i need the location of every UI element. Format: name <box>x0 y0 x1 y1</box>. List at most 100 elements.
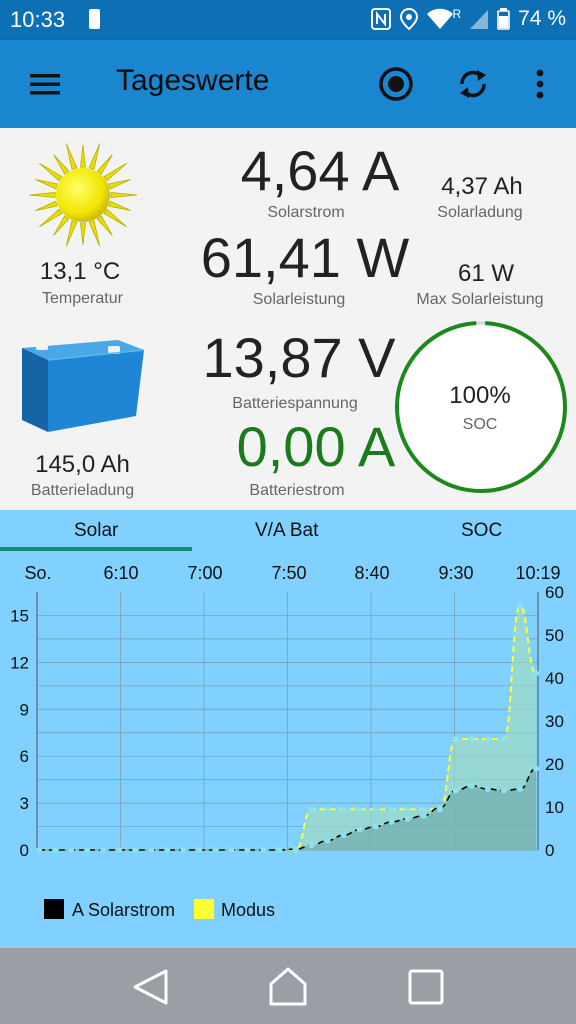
chart-area: So. 6:10 7:00 7:50 8:40 9:30 10:19 0 3 6 9 12 15 0 10 2… <box>0 552 576 948</box>
x-tick-label: 9:30 <box>438 563 473 583</box>
solarstrom-point <box>340 832 347 839</box>
solarstrom-point <box>436 804 443 811</box>
battery-percent: 74 % <box>518 7 566 30</box>
temperature-label: Temperatur <box>42 290 123 307</box>
solarstrom-point <box>388 818 395 825</box>
y-tick-label-left: 12 <box>10 653 29 672</box>
menu-icon[interactable] <box>23 62 67 106</box>
modus-point <box>533 670 539 677</box>
soc-value: 100% <box>449 382 511 409</box>
modus-point <box>196 847 203 853</box>
solar-chart: So. 6:10 7:00 7:50 8:40 9:30 10:19 0 3 6 9 12 15 0 10 2… <box>10 563 564 920</box>
max-solar-power-value: 61 W <box>457 260 514 287</box>
recents-icon[interactable] <box>404 965 448 1009</box>
solarstrom-point <box>404 815 411 822</box>
modus-point <box>164 847 171 853</box>
solar-charge-value: 4,37 Ah <box>441 173 523 200</box>
battery-current-label: Batteriestrom <box>249 482 345 499</box>
modus-point <box>100 847 107 853</box>
solarstrom-point <box>292 846 299 853</box>
modus-point <box>308 806 315 813</box>
modus-point <box>148 847 155 853</box>
tab-solar[interactable]: Solar <box>74 520 118 542</box>
solarstrom-point <box>468 782 475 789</box>
y-tick-label-right: 50 <box>545 626 564 645</box>
modus-point <box>132 847 139 853</box>
y-tick-label-right: 60 <box>545 583 564 602</box>
solar-power-value: 61,41 W <box>200 226 410 289</box>
x-tick-label: So. <box>24 563 51 583</box>
modus-point <box>388 806 395 813</box>
sun-icon <box>28 143 138 247</box>
modus-point <box>52 847 59 853</box>
nfc-icon <box>371 8 392 30</box>
modus-point <box>356 806 363 813</box>
modus-point <box>484 735 491 742</box>
page-title: Tageswerte <box>116 64 270 97</box>
battery-illustration <box>22 340 145 432</box>
network-badge: R <box>452 7 462 21</box>
modus-point <box>372 806 379 813</box>
y-tick-label-left: 0 <box>20 841 29 860</box>
modus-point <box>84 847 91 853</box>
solarstrom-point <box>356 826 363 833</box>
x-tick-label: 7:00 <box>187 563 222 583</box>
overflow-icon[interactable] <box>518 62 562 106</box>
back-icon[interactable] <box>128 965 172 1009</box>
modus-point <box>500 735 507 742</box>
modus-point <box>36 847 42 853</box>
battery-voltage-value: 13,87 V <box>202 326 396 389</box>
y-tick-label-right: 20 <box>545 755 564 774</box>
battery-charge-label: Batterieladung <box>30 482 135 499</box>
solarstrom-point <box>452 787 459 794</box>
temperature-value: 13,1 °C <box>39 258 121 285</box>
modus-point <box>404 806 411 813</box>
x-tick-label: 6:10 <box>103 563 138 583</box>
modus-point <box>516 603 523 610</box>
app-bar: Tageswerte <box>0 40 576 128</box>
tab-va-bat[interactable]: V/A Bat <box>255 520 318 542</box>
battery-current-value: 0,00 A <box>236 415 396 478</box>
battery-icon <box>497 8 510 30</box>
y-tick-label-left: 6 <box>20 747 29 766</box>
solarstrom-point <box>516 786 523 793</box>
sync-icon[interactable] <box>451 62 495 106</box>
y-tick-label-left: 15 <box>10 606 29 625</box>
modus-point <box>228 847 235 853</box>
solarstrom-point <box>484 786 491 793</box>
x-tick-label: 10:19 <box>515 563 560 583</box>
battery-saver-icon <box>89 9 100 29</box>
wifi-icon <box>427 8 454 29</box>
y-tick-label-right: 40 <box>545 669 564 688</box>
location-icon <box>400 7 419 31</box>
modus-point <box>260 847 267 853</box>
y-tick-label-right: 0 <box>545 841 554 860</box>
solar-current-label: Solarstrom <box>267 204 345 221</box>
tab-soc[interactable]: SOC <box>461 520 502 542</box>
legend-swatch-modus <box>194 899 214 919</box>
modus-point <box>180 847 187 853</box>
legend-label-solarstrom: A Solarstrom <box>72 900 175 920</box>
solarstrom-point <box>420 812 427 819</box>
solarstrom-point <box>324 837 331 844</box>
y-tick-label-right: 10 <box>545 798 564 817</box>
record-icon[interactable] <box>374 62 418 106</box>
modus-point <box>420 806 427 813</box>
y-tick-label-left: 3 <box>20 794 29 813</box>
max-solar-power-label: Max Solarleistung <box>416 291 544 308</box>
home-icon[interactable] <box>266 965 310 1009</box>
solar-charge-label: Solarladung <box>437 204 523 221</box>
signal-icon <box>470 10 489 29</box>
tab-bar: Solar V/A Bat SOC <box>0 510 576 552</box>
x-tick-label: 8:40 <box>354 563 389 583</box>
status-time: 10:33 <box>10 7 66 32</box>
battery-charge-value: 145,0 Ah <box>35 451 130 478</box>
dashboard: 13,1 °C Temperatur 4,64 A Solarstrom 4,3… <box>0 128 576 510</box>
solarstrom-point <box>372 823 379 830</box>
legend-swatch-solarstrom <box>44 899 64 919</box>
battery-voltage-label: Batteriespannung <box>232 395 358 412</box>
solarstrom-point <box>533 765 539 772</box>
modus-point <box>340 806 347 813</box>
legend-label-modus: Modus <box>221 900 275 920</box>
y-tick-label-left: 9 <box>20 700 29 719</box>
